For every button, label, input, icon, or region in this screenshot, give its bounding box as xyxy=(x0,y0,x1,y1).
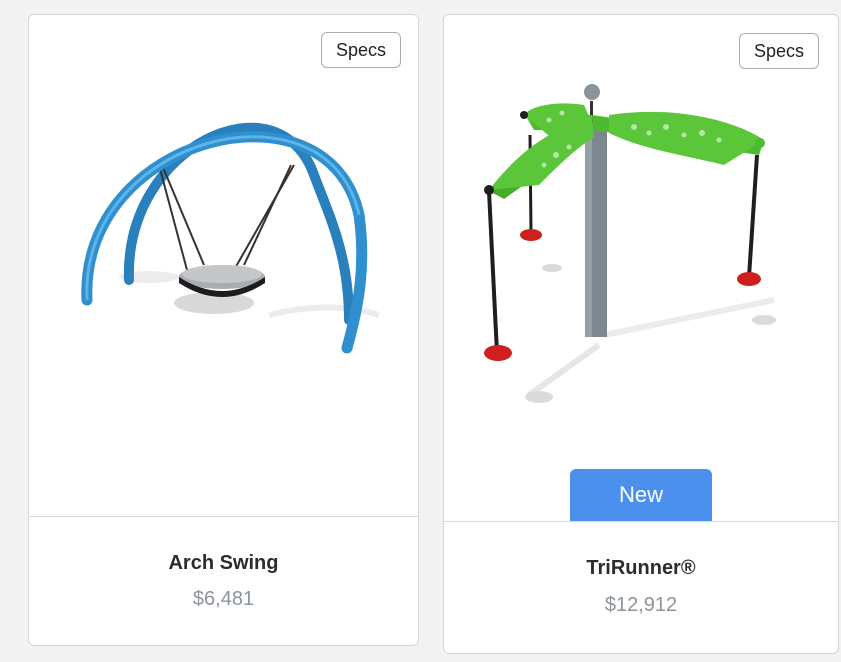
product-image-arch-swing[interactable]: Specs xyxy=(29,15,418,516)
trirunner-illustration xyxy=(484,84,776,403)
new-badge: New xyxy=(570,469,712,521)
card-divider xyxy=(29,516,418,517)
product-card-arch-swing[interactable]: Specs Arch Swing $6,481 xyxy=(28,14,419,646)
product-name[interactable]: Arch Swing xyxy=(29,552,418,575)
specs-button[interactable]: Specs xyxy=(321,32,401,68)
product-price: $12,912 xyxy=(604,594,678,616)
product-card-trirunner[interactable]: Specs New TriRunner® $12,912 xyxy=(443,14,839,654)
arch-swing-illustration xyxy=(81,122,380,354)
product-image-trirunner[interactable]: Specs New xyxy=(444,15,838,521)
specs-button[interactable]: Specs xyxy=(739,33,819,69)
product-name[interactable]: TriRunner® xyxy=(444,557,838,580)
card-divider xyxy=(444,521,838,522)
product-price: $6,481 xyxy=(192,588,255,610)
